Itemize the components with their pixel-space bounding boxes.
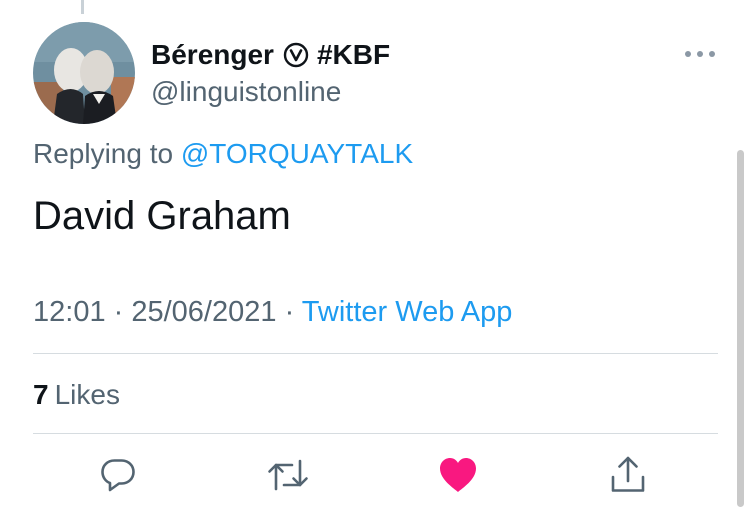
tweet-text: David Graham: [33, 194, 291, 238]
likes-count: 7: [33, 379, 49, 410]
like-button[interactable]: [435, 452, 481, 498]
circled-v-icon: [283, 42, 309, 68]
share-icon: [611, 456, 645, 492]
author-info[interactable]: Bérenger #KBF @linguistonline: [151, 37, 390, 110]
retweet-icon: [268, 459, 308, 491]
divider: [33, 433, 718, 434]
tweet-time[interactable]: 12:01: [33, 296, 106, 328]
avatar[interactable]: [33, 22, 135, 124]
meta-separator: ·: [105, 296, 132, 328]
tweet-meta: 12:01 · 25/06/2021 · Twitter Web App: [33, 294, 512, 330]
replying-to-label: Replying to: [33, 138, 174, 169]
replying-to: Replying to @TORQUAYTALK: [33, 136, 413, 172]
retweet-button[interactable]: [265, 452, 311, 498]
tweet-detail: Bérenger #KBF @linguistonline Replying t…: [0, 0, 750, 507]
meta-separator: ·: [276, 296, 302, 328]
likes-stat[interactable]: 7 Likes: [33, 377, 120, 413]
reply-icon: [101, 459, 135, 492]
tweet-source-link[interactable]: Twitter Web App: [302, 296, 513, 328]
divider: [33, 353, 718, 354]
more-options-icon[interactable]: [683, 47, 717, 61]
tweet-date[interactable]: 25/06/2021: [131, 296, 276, 328]
author-hashtag: #KBF: [316, 39, 391, 70]
action-bar: [0, 452, 750, 502]
thread-connector-line: [81, 0, 84, 14]
author-handle[interactable]: @linguistonline: [151, 74, 390, 110]
author-name-row[interactable]: Bérenger #KBF: [151, 37, 390, 73]
author-display-name[interactable]: Bérenger: [151, 37, 274, 73]
like-icon: [440, 458, 476, 492]
share-button[interactable]: [605, 452, 651, 498]
reply-mention-link[interactable]: @TORQUAYTALK: [181, 138, 413, 169]
reply-button[interactable]: [95, 452, 141, 498]
avatar-image: [33, 22, 135, 124]
scrollbar[interactable]: [737, 150, 744, 507]
likes-label: Likes: [54, 379, 120, 410]
